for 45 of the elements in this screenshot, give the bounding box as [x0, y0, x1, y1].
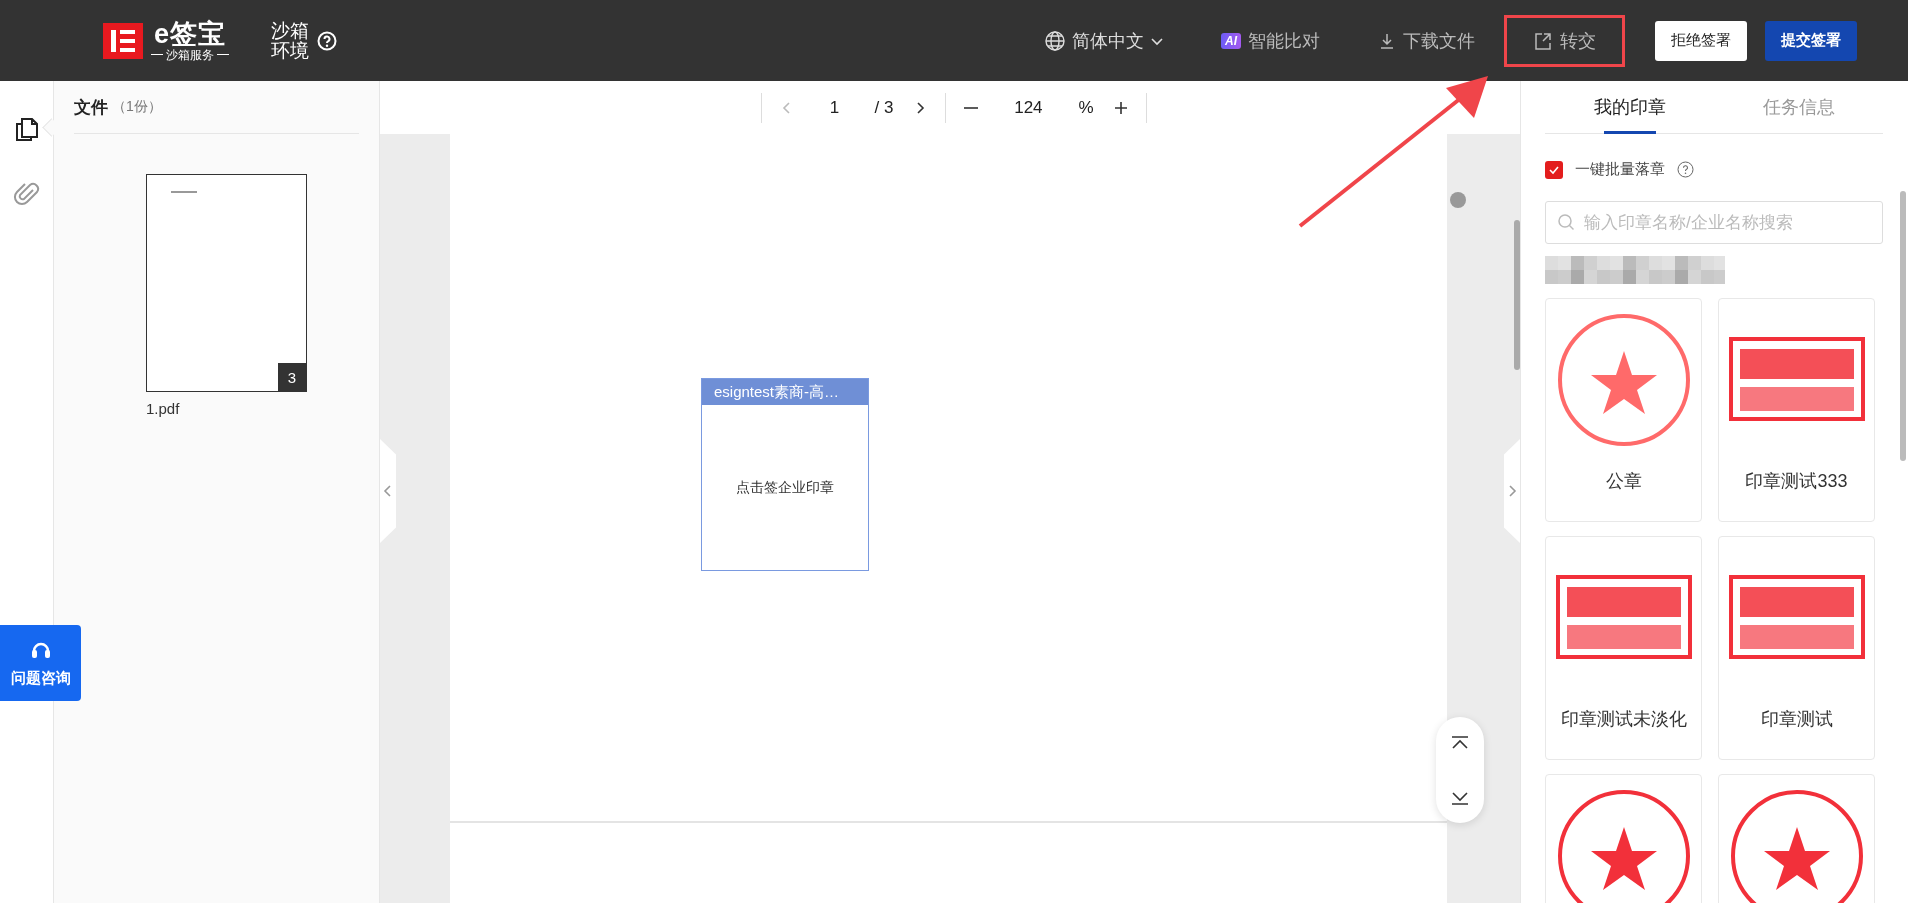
- logo-subtitle: 沙箱服务: [151, 47, 229, 62]
- support-button[interactable]: 问题咨询: [0, 625, 81, 701]
- transfer-button[interactable]: 转交: [1504, 14, 1625, 67]
- seal-name: 印章测试333: [1745, 470, 1848, 493]
- logo-name: e签宝: [154, 19, 226, 48]
- file-name: 1.pdf: [146, 400, 181, 417]
- download-button[interactable]: 下载文件: [1349, 14, 1504, 67]
- seal-name: 公章: [1605, 470, 1642, 493]
- signature-field[interactable]: esigntest素商-高… 点击签企业印章: [701, 378, 869, 571]
- scrollbar-thumb[interactable]: [1514, 220, 1520, 370]
- submit-button[interactable]: 提交签署: [1765, 20, 1857, 61]
- ai-button[interactable]: AI 智能比对: [1192, 14, 1349, 67]
- download-icon: [1378, 31, 1396, 50]
- seal-name: 印章测试未淡化: [1560, 708, 1687, 731]
- ai-badge: AI: [1221, 32, 1241, 49]
- zoom-in-button[interactable]: [1113, 100, 1128, 115]
- page-total: / 3: [874, 97, 894, 118]
- scrollbar-thumb[interactable]: [1900, 191, 1906, 461]
- page-thumbnail[interactable]: 3: [146, 174, 307, 392]
- seal-card[interactable]: 印章测试333: [1718, 298, 1875, 522]
- zoom-out-button[interactable]: [964, 106, 979, 109]
- page-count-badge: 3: [278, 363, 306, 391]
- logo-icon: [103, 22, 143, 59]
- page-number[interactable]: 1: [814, 97, 855, 118]
- panel-title: 文件: [74, 96, 108, 119]
- globe-icon: [1044, 29, 1066, 52]
- seal-card[interactable]: 印章测试未淡化: [1545, 536, 1702, 760]
- language-selector[interactable]: 简体中文: [1038, 27, 1170, 54]
- zoom-value: 124: [1013, 97, 1044, 118]
- seal-card[interactable]: 公章: [1545, 298, 1702, 522]
- scroll-marker-icon: [1450, 192, 1466, 208]
- batch-checkbox[interactable]: [1545, 160, 1563, 179]
- seal-card[interactable]: 印章测试: [1718, 536, 1875, 760]
- search-icon: [1557, 213, 1575, 231]
- zoom-unit: %: [1078, 97, 1094, 118]
- reject-button[interactable]: 拒绝签署: [1655, 20, 1747, 61]
- batch-label: 一键批量落章: [1575, 160, 1665, 179]
- panel-tab[interactable]: 我的印章: [1545, 81, 1714, 133]
- environment-label: 沙箱环境: [271, 20, 310, 61]
- minus-icon: [964, 106, 979, 109]
- file-count: （1份）: [112, 98, 162, 116]
- plus-icon: [1113, 100, 1128, 115]
- transfer-icon: [1533, 30, 1553, 51]
- seal-name: 印章测试: [1760, 708, 1833, 731]
- seal-search-field[interactable]: 输入印章名称/企业名称搜索: [1545, 201, 1883, 244]
